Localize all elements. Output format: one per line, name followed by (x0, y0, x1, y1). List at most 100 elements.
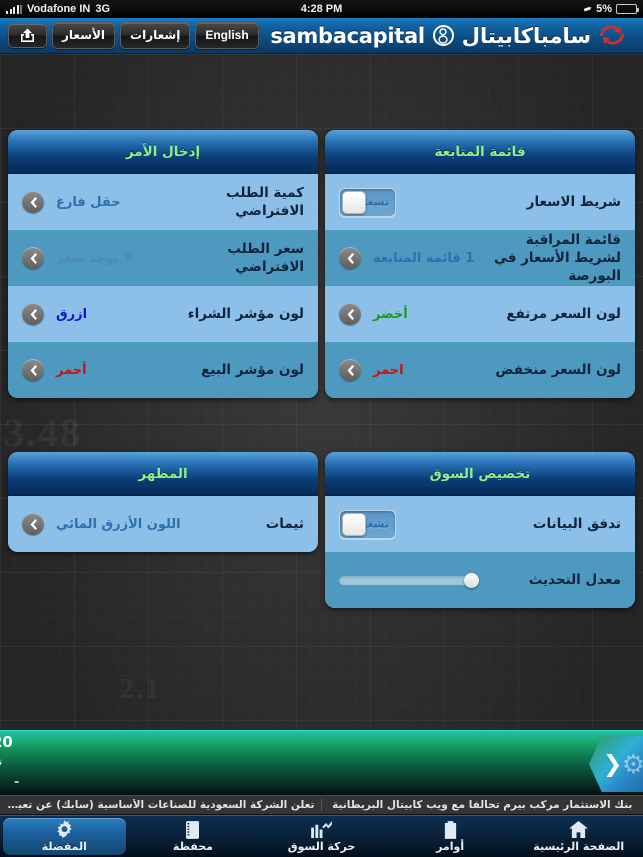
chart-icon (310, 820, 333, 839)
slider-track (339, 576, 479, 585)
row-label: ثيمات (265, 515, 304, 532)
row-value: حقل فارغ (56, 194, 121, 210)
app-root: Vodafone IN 3G 4:28 PM ➨ 5% سامباكابيتال (0, 0, 643, 857)
row-control: ازرق (22, 303, 87, 325)
card-appearance-title: المظهر (138, 465, 188, 482)
share-button[interactable] (8, 23, 47, 48)
toggle-price-bar[interactable]: تشغيل (339, 187, 396, 217)
row-control: 1 قائمة المتابعة (339, 247, 474, 269)
chevron-left-icon[interactable] (339, 303, 361, 325)
row-control: لا يوجد سعر (22, 247, 133, 269)
tab-home[interactable]: الصفحة الرئيسية (517, 818, 640, 855)
brand-title-arabic: سامباكابيتال (461, 23, 591, 48)
header-button-prices[interactable]: الأسعار (52, 22, 116, 49)
chevron-left-icon[interactable] (22, 303, 44, 325)
gear-icon (55, 820, 74, 839)
chevron-left-icon[interactable] (339, 359, 361, 381)
gear-icon: ⚙ (621, 749, 643, 779)
chevron-left-icon[interactable] (22, 513, 44, 535)
tab-favorites[interactable]: المفضلة (3, 818, 126, 855)
row-themes[interactable]: ثيمات اللون الأزرق المائي (8, 496, 318, 552)
network-type: 3G (95, 3, 111, 15)
news-item[interactable]: بنك الاستثمار مركب بيرم تحالفا مع ويب كا… (322, 799, 643, 811)
news-item[interactable]: تعلن الشركة السعودية للصناعات الأساسية (… (0, 799, 322, 811)
carrier-name: Vodafone IN (27, 3, 91, 15)
row-control: اللون الأزرق المائي (22, 513, 181, 535)
card-order-entry-header: إدخال الأمر (8, 130, 318, 174)
status-bar: Vodafone IN 3G 4:28 PM ➨ 5% (0, 0, 643, 18)
card-appearance-header: المظهر (8, 452, 318, 496)
status-bar-left: Vodafone IN 3G (6, 3, 110, 15)
share-icon (21, 28, 34, 42)
row-control: حقل فارغ (22, 191, 121, 213)
brand-symbol-icon (432, 25, 454, 46)
card-order-entry-title: إدخال الأمر (125, 143, 201, 160)
tab-portfolio[interactable]: محفظة (132, 818, 255, 855)
row-value: اللون الأزرق المائي (56, 516, 181, 532)
header-button-alerts[interactable]: إشعارات (120, 22, 191, 49)
row-label: لون مؤشر الشراء (187, 305, 304, 322)
row-control: تشغيل (339, 509, 396, 539)
refresh-icon[interactable] (599, 24, 625, 48)
chevron-left-icon[interactable] (22, 191, 44, 213)
chevron-left-icon[interactable] (22, 359, 44, 381)
card-order-entry: إدخال الأمر كمية الطلب الافتراضي حقل فار… (8, 130, 318, 398)
slider-knob[interactable] (464, 573, 479, 588)
row-control (339, 573, 479, 588)
card-watchlist: قائمة المتابعة شريط الاسعار تشغيل قائمة … (325, 130, 635, 398)
row-control: أخضر (339, 303, 408, 325)
row-label: سعر الطلب الافتراضي (227, 240, 304, 275)
card-watchlist-title: قائمة المتابعة (434, 143, 526, 160)
chevron-left-icon[interactable] (339, 247, 361, 269)
ticker-dash: - (14, 775, 20, 790)
row-data-streaming[interactable]: تدفق البيانات تشغيل (325, 496, 635, 552)
tab-bar: الصفحة الرئيسية أوامر حركة السوق محفظة ا… (0, 815, 643, 857)
row-control: تشغيل (339, 187, 396, 217)
toggle-knob (342, 512, 366, 536)
row-value: ازرق (56, 306, 88, 322)
row-price-up-color[interactable]: لون السعر مرتفع أخضر (325, 286, 635, 342)
row-value: 1 قائمة المتابعة (373, 250, 475, 266)
wallet-icon (186, 820, 200, 839)
row-control: احمر (339, 359, 404, 381)
card-appearance: المظهر ثيمات اللون الأزرق المائي (8, 452, 318, 552)
slider-refresh-rate[interactable] (339, 573, 479, 588)
header-button-english[interactable]: English (195, 22, 259, 49)
row-price-bar[interactable]: شريط الاسعار تشغيل (325, 174, 635, 230)
row-label: لون مؤشر البيع (201, 361, 304, 378)
price-ticker[interactable]: 20 تدا - ⚙ ❮ (0, 730, 643, 795)
tab-orders[interactable]: أوامر (389, 818, 512, 855)
row-default-price[interactable]: سعر الطلب الافتراضي لا يوجد سعر (8, 230, 318, 286)
row-label: تدفق البيانات (532, 515, 621, 532)
ticker-collapse-button[interactable]: ⚙ ❮ (589, 736, 643, 792)
row-buy-indicator-color[interactable]: لون مؤشر الشراء ازرق (8, 286, 318, 342)
toggle-knob (342, 190, 366, 214)
row-label: قائمة المراقبة لشريط الأسعار في البورصة (493, 231, 621, 285)
row-control: أحمر (22, 359, 87, 381)
row-label: لون السعر مرتفع (506, 305, 621, 322)
row-price-down-color[interactable]: لون السعر منخفض احمر (325, 342, 635, 398)
toggle-data-streaming[interactable]: تشغيل (339, 509, 396, 539)
card-market-customize-title: تخصيص السوق (429, 465, 531, 482)
brand-logo: سامباكابيتال sambacapital (259, 24, 639, 48)
tab-label: حركة السوق (287, 840, 356, 853)
location-arrow-icon: ➨ (581, 2, 595, 16)
news-strip: بنك الاستثمار مركب بيرم تحالفا مع ويب كا… (0, 795, 643, 815)
status-bar-right: ➨ 5% (581, 2, 639, 16)
brand-title-english: sambacapital (270, 23, 425, 48)
row-value: أحمر (56, 362, 87, 378)
card-market-customize-header: تخصيص السوق (325, 452, 635, 496)
chevron-left-icon[interactable] (22, 247, 44, 269)
clipboard-icon (443, 820, 458, 839)
header-buttons: English إشعارات الأسعار (8, 22, 259, 49)
tab-label: محفظة (172, 840, 213, 853)
row-refresh-rate[interactable]: معدل التحديث (325, 552, 635, 608)
row-watchlist-source[interactable]: قائمة المراقبة لشريط الأسعار في البورصة … (325, 230, 635, 286)
row-value: أخضر (373, 306, 408, 322)
row-sell-indicator-color[interactable]: لون مؤشر البيع أحمر (8, 342, 318, 398)
tab-market[interactable]: حركة السوق (260, 818, 383, 855)
row-default-quantity[interactable]: كمية الطلب الافتراضي حقل فارغ (8, 174, 318, 230)
ticker-button-shape: ⚙ ❮ (589, 736, 643, 792)
signal-strength-icon (6, 4, 22, 14)
tab-label: أوامر (436, 840, 465, 853)
